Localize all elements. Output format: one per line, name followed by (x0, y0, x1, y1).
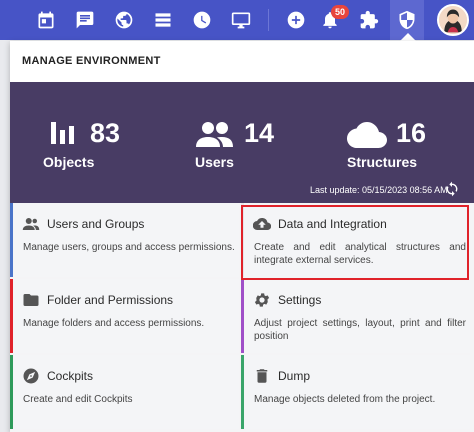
avatar[interactable] (437, 4, 469, 36)
structures-label: Structures (347, 154, 418, 170)
users-label: Users (195, 154, 234, 170)
tile-title: Users and Groups (47, 217, 145, 231)
tile-description: Manage folders and access permissions. (23, 318, 205, 329)
objects-count: 83 (90, 118, 121, 148)
tile-cockpits[interactable]: Cockpits Create and edit Cockpits (10, 355, 239, 429)
notification-badge: 50 (331, 5, 350, 19)
topbar-divider (268, 9, 269, 31)
stats-banner: 83 Objects 14 Users 16 Structures Last u… (10, 82, 474, 203)
bar-chart-icon (50, 120, 76, 151)
calendar-icon[interactable] (34, 8, 58, 32)
users-count: 14 (244, 118, 275, 148)
refresh-icon[interactable] (444, 181, 460, 197)
tile-title: Folder and Permissions (47, 293, 174, 307)
tile-title: Cockpits (47, 369, 94, 383)
puzzle-icon[interactable] (357, 8, 381, 32)
structures-count: 16 (396, 118, 427, 148)
tile-description: Create and edit Cockpits (23, 394, 133, 405)
tile-folder-and-permissions[interactable]: Folder and Permissions Manage folders an… (10, 279, 239, 353)
users-icon (195, 121, 233, 152)
tile-title: Settings (278, 293, 322, 307)
tile-description: Manage users, groups and access permissi… (23, 242, 235, 253)
dropdown-caret (400, 33, 416, 41)
tile-description: Manage objects deleted from the project. (254, 394, 436, 405)
top-navigation-bar: 50 (0, 0, 474, 41)
gear-icon (253, 291, 271, 309)
list-icon[interactable] (151, 8, 175, 32)
clock-icon[interactable] (190, 8, 214, 32)
users-icon (22, 215, 40, 233)
folder-icon (22, 291, 40, 309)
tile-settings[interactable]: Settings Adjust project settings, layout… (241, 279, 470, 353)
selection-highlight (241, 205, 469, 280)
manage-environment-panel: MANAGE ENVIRONMENT 83 Objects 14 Users 1… (10, 41, 474, 432)
tile-dump[interactable]: Dump Manage objects deleted from the pro… (241, 355, 470, 429)
panel-title: MANAGE ENVIRONMENT (22, 55, 161, 67)
tile-description: Adjust project settings, layout, print a… (254, 318, 466, 342)
shield-icon[interactable] (395, 8, 419, 32)
tile-title: Dump (278, 369, 311, 383)
monitor-icon[interactable] (229, 8, 253, 32)
globe-icon[interactable] (112, 8, 136, 32)
trash-icon (253, 367, 271, 385)
objects-label: Objects (43, 154, 95, 170)
tile-users-and-groups[interactable]: Users and Groups Manage users, groups an… (10, 203, 239, 277)
last-update-text: Last update: 05/15/2023 08:56 AM (310, 185, 448, 195)
cloud-icon (346, 122, 388, 153)
chat-icon[interactable] (73, 8, 97, 32)
add-icon[interactable] (284, 8, 308, 32)
compass-icon (22, 367, 40, 385)
